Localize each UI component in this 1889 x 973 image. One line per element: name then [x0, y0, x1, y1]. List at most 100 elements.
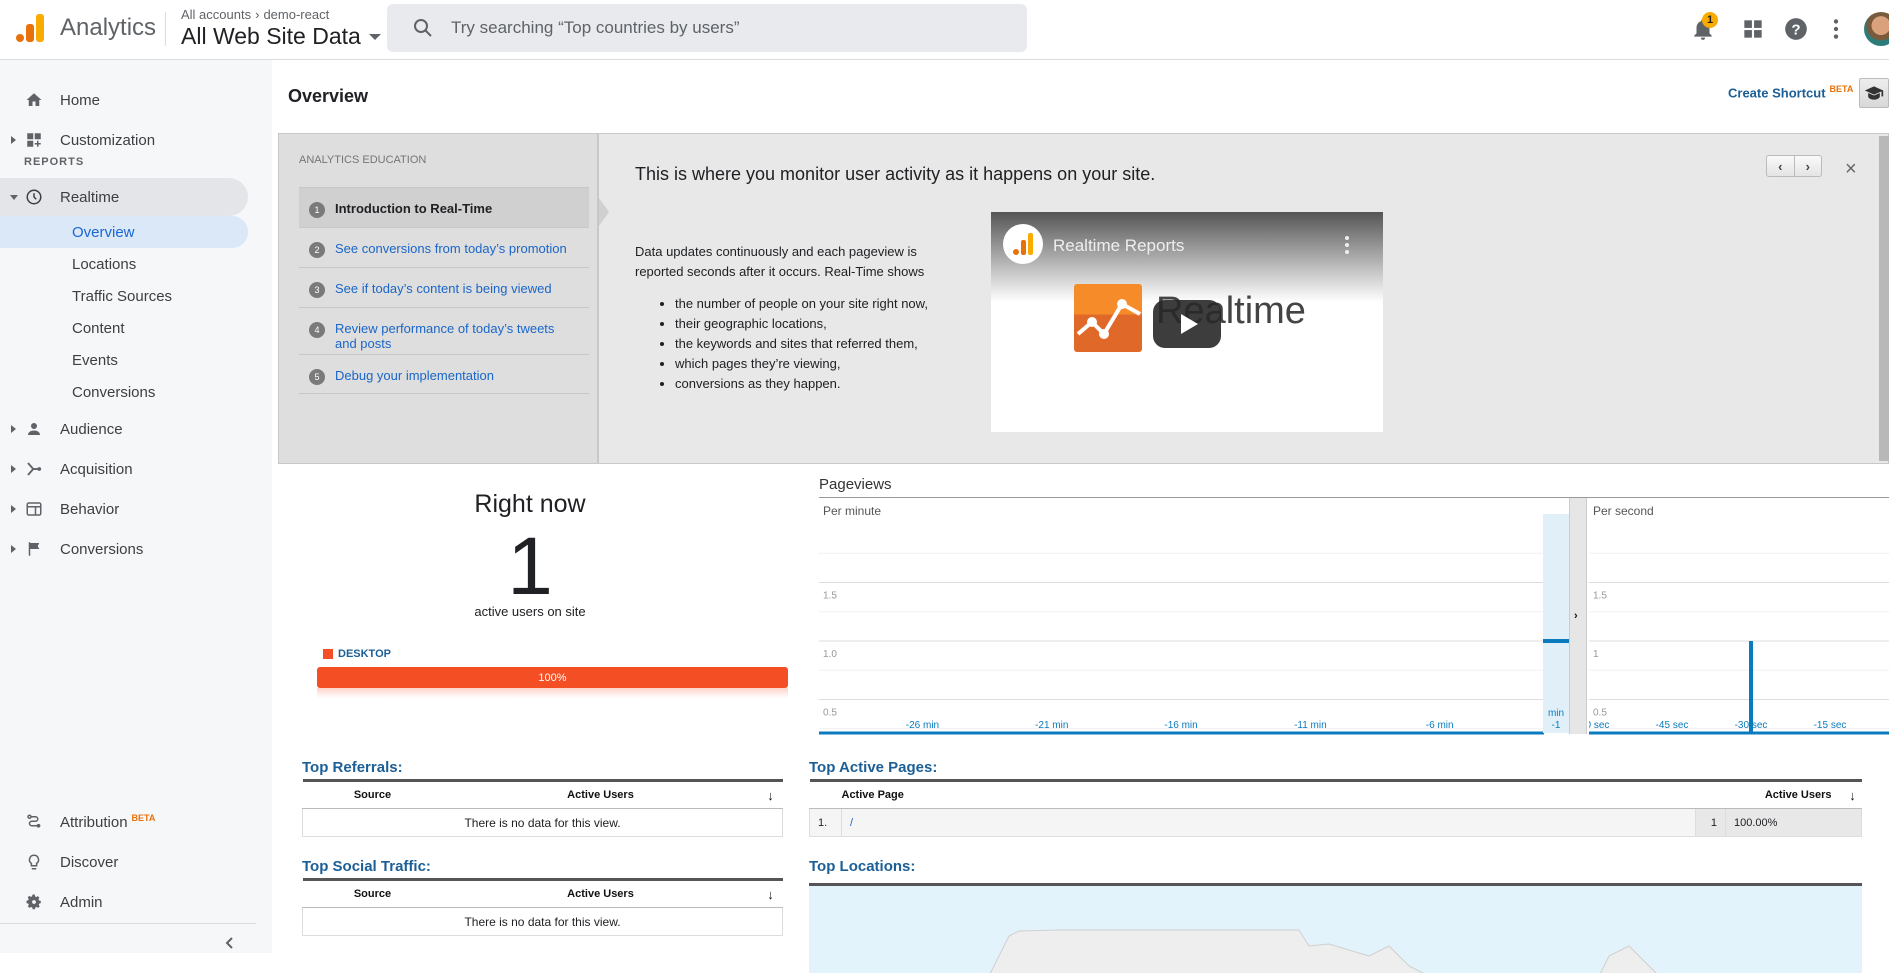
- no-data-message: There is no data for this view.: [302, 907, 783, 936]
- sidebar-item-label: Realtime: [60, 188, 120, 206]
- channel-logo-icon[interactable]: [1003, 224, 1043, 264]
- sidebar-sub-conversions[interactable]: Conversions: [0, 376, 248, 408]
- device-bar: 100%: [317, 667, 788, 688]
- notification-badge: 1: [1702, 12, 1718, 28]
- sidebar-item-attribution[interactable]: Attribution BETA: [0, 803, 248, 841]
- data-bar: [1543, 639, 1569, 643]
- sidebar-item-realtime[interactable]: Realtime: [0, 178, 248, 216]
- previous-button[interactable]: ‹: [1767, 156, 1795, 176]
- sidebar-item-home[interactable]: Home: [0, 81, 248, 119]
- top-pages-section: Top Active Pages: Active Page Active Use…: [809, 759, 1862, 837]
- expand-arrow-icon: [11, 505, 16, 513]
- education-step[interactable]: 2 See conversions from today’s promotion: [299, 227, 589, 267]
- sidebar-sub-content[interactable]: Content: [0, 312, 248, 344]
- active-step-pointer: [599, 198, 609, 226]
- column-header-source[interactable]: Source: [302, 780, 443, 809]
- next-button[interactable]: ›: [1795, 156, 1822, 176]
- chevron-left-icon: [225, 937, 233, 949]
- apps-grid-icon: [1744, 20, 1762, 38]
- expand-chevron-icon[interactable]: ›: [1574, 610, 1578, 622]
- bullet-item: which pages they’re viewing,: [675, 354, 955, 374]
- create-shortcut-button[interactable]: Create Shortcut BETA: [1728, 84, 1853, 100]
- sidebar-sub-label: Conversions: [72, 383, 156, 401]
- sidebar-sub-label: Overview: [72, 223, 135, 241]
- sort-desc-icon[interactable]: ↓: [1843, 780, 1862, 809]
- sidebar-sub-overview[interactable]: Overview: [0, 216, 248, 248]
- video-menu-icon[interactable]: [1345, 236, 1349, 254]
- education-scrollbar[interactable]: [1879, 136, 1889, 461]
- education-toggle-button[interactable]: [1859, 78, 1889, 108]
- y-tick-label: 1: [1593, 649, 1599, 660]
- sidebar-item-behavior[interactable]: Behavior: [0, 490, 248, 528]
- breadcrumb-account[interactable]: demo-react: [263, 7, 329, 22]
- app-name: Analytics: [60, 14, 157, 41]
- help-button[interactable]: ?: [1783, 16, 1809, 42]
- expand-arrow-icon: [11, 545, 16, 553]
- chart-splitter[interactable]: ›: [1569, 498, 1587, 734]
- education-step[interactable]: 5 Debug your implementation: [299, 354, 589, 394]
- collapse-sidebar-button[interactable]: [222, 935, 238, 951]
- education-step[interactable]: 3 See if today’s content is being viewed: [299, 267, 589, 307]
- step-link[interactable]: See conversions from today’s promotion: [335, 241, 567, 256]
- apps-button[interactable]: [1740, 16, 1766, 42]
- more-vert-icon: [1833, 19, 1839, 39]
- account-avatar[interactable]: [1864, 12, 1889, 46]
- sidebar-item-label: Home: [60, 91, 101, 109]
- desktop-swatch: [323, 649, 333, 659]
- column-header-active-page[interactable]: Active Page: [841, 780, 1696, 809]
- education-body: Data updates continuously and each pagev…: [635, 242, 955, 394]
- notifications-button[interactable]: 1: [1690, 12, 1718, 42]
- page-link[interactable]: /: [841, 808, 1696, 837]
- sidebar-item-admin[interactable]: Admin: [0, 883, 248, 921]
- sidebar-sub-label: Content: [72, 319, 125, 337]
- education-step[interactable]: 4 Review performance of today’s tweets an…: [299, 307, 589, 354]
- property-selector[interactable]: All Web Site Data: [181, 23, 381, 50]
- top-locations-title: Top Locations:: [809, 858, 916, 875]
- video-player[interactable]: Realtime Reports Realtime: [991, 212, 1383, 432]
- pageviews-title: Pageviews: [819, 476, 892, 493]
- search-bar[interactable]: [387, 4, 1027, 52]
- education-heading: ANALYTICS EDUCATION: [299, 154, 427, 166]
- x-tick-label: -11 min: [1294, 720, 1327, 731]
- sidebar-sub-events[interactable]: Events: [0, 344, 248, 376]
- close-icon[interactable]: ×: [1845, 158, 1857, 181]
- collapse-arrow-icon: [10, 194, 18, 200]
- help-icon: ?: [1785, 18, 1807, 40]
- play-button[interactable]: [1153, 300, 1221, 348]
- sidebar-item-label: Customization: [60, 131, 156, 149]
- column-header-active-users[interactable]: Active Users: [1725, 780, 1844, 809]
- sort-desc-icon[interactable]: ↓: [758, 879, 783, 908]
- sidebar-item-acquisition[interactable]: Acquisition: [0, 450, 248, 488]
- step-link[interactable]: Debug your implementation: [335, 368, 494, 383]
- sidebar-item-conversions[interactable]: Conversions: [0, 530, 248, 568]
- step-link[interactable]: Review performance of today’s tweets and…: [335, 321, 565, 351]
- education-description: Data updates continuously and each pagev…: [635, 244, 925, 279]
- analytics-logo-icon[interactable]: [14, 12, 44, 42]
- y-tick-label: 0.5: [1593, 708, 1607, 719]
- row-index: 1.: [809, 808, 842, 837]
- column-header-active-users[interactable]: Active Users: [442, 780, 759, 809]
- column-header-active-users[interactable]: Active Users: [442, 879, 759, 908]
- sidebar-sub-traffic-sources[interactable]: Traffic Sources: [0, 280, 248, 312]
- column-header-source[interactable]: Source: [302, 879, 443, 908]
- data-bar: [1749, 641, 1753, 733]
- more-options-button[interactable]: [1823, 16, 1849, 42]
- home-icon: [25, 91, 43, 109]
- sort-desc-icon[interactable]: ↓: [758, 780, 783, 809]
- step-link[interactable]: See if today’s content is being viewed: [335, 281, 552, 296]
- education-pager: ‹ ›: [1766, 155, 1822, 177]
- search-input[interactable]: [451, 18, 1011, 38]
- flag-icon: [25, 540, 43, 558]
- device-label: DESKTOP: [338, 648, 391, 660]
- device-bar-fill: 100%: [317, 667, 788, 688]
- step-number: 5: [309, 369, 325, 385]
- breadcrumb-all-accounts[interactable]: All accounts: [181, 7, 251, 22]
- sidebar-item-label: Behavior: [60, 500, 120, 518]
- sidebar-item-discover[interactable]: Discover: [0, 843, 248, 881]
- education-step[interactable]: 1 Introduction to Real-Time: [299, 187, 589, 227]
- sidebar-item-audience[interactable]: Audience: [0, 410, 248, 448]
- sidebar-item-customization[interactable]: Customization: [0, 121, 248, 159]
- locations-map[interactable]: [809, 883, 1862, 973]
- sidebar-sub-locations[interactable]: Locations: [0, 248, 248, 280]
- per-minute-chart: 0.5 1.0 1.5 -26 min -21 min -16 min -11 min -6 …: [819, 498, 1569, 738]
